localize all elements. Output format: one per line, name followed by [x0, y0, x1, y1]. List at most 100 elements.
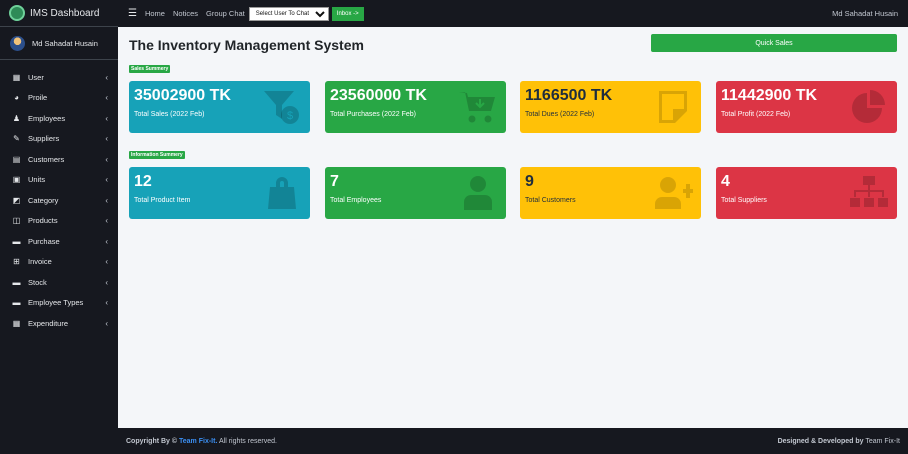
sidebar-item-label: Stock	[28, 277, 47, 287]
sidebar-item-label: Suppliers	[28, 134, 60, 144]
sidebar-item-label: Customers	[28, 154, 65, 164]
sidebar-nav: ▦ User ‹ ◕ Proile ‹ ♟ Employees ‹ ✎ Supp…	[0, 67, 118, 334]
columns-icon: ◫	[12, 216, 21, 226]
topbar-user-name[interactable]: Md Sahadat Husain	[832, 9, 898, 18]
sidebar-item-stock[interactable]: ▬ Stock ‹	[0, 272, 118, 293]
table-icon: ▤	[12, 154, 21, 164]
edit-icon: ✎	[13, 134, 20, 144]
sidebar-item-label: Expenditure	[28, 318, 69, 328]
sidebar-item-category[interactable]: ◩ Category ‹	[0, 190, 118, 211]
designed-label: Designed & Developed by	[777, 437, 864, 445]
chevron-left-icon: ‹	[105, 154, 108, 164]
nav-link-home[interactable]: Home	[145, 9, 165, 18]
book-icon: ▬	[12, 298, 21, 308]
sidebar-item-label: Employee Types	[28, 298, 84, 308]
total-sales-card[interactable]: 35002900 TK Total Sales (2022 Feb) $	[129, 81, 310, 133]
team-link[interactable]: Team Fix-It.	[179, 438, 217, 445]
sticky-note-icon	[659, 91, 687, 123]
sidebar-item-label: Invoice	[28, 257, 52, 267]
chevron-left-icon: ‹	[105, 72, 108, 82]
user-plus-icon	[655, 177, 693, 209]
sales-summary-badge: Sales Summery	[129, 65, 171, 73]
main-content: The Inventory Management System Quick Sa…	[118, 27, 908, 428]
shopping-bag-icon	[268, 177, 296, 209]
card-label: Total Employees	[330, 197, 382, 204]
card-label: Total Purchases (2022 Feb)	[330, 111, 416, 118]
total-product-item-card[interactable]: 12 Total Product Item	[129, 167, 310, 219]
sidebar-item-suppliers[interactable]: ✎ Suppliers ‹	[0, 129, 118, 150]
sidebar-item-employees[interactable]: ♟ Employees ‹	[0, 108, 118, 129]
chevron-left-icon: ‹	[105, 236, 108, 246]
sidebar: IMS Dashboard Md Sahadat Husain ▦ User ‹…	[0, 0, 118, 454]
card-value: 7	[330, 173, 339, 190]
copyright-prefix: Copyright By ©	[126, 437, 178, 445]
total-suppliers-card[interactable]: 4 Total Suppliers	[716, 167, 897, 219]
total-purchases-card[interactable]: 23560000 TK Total Purchases (2022 Feb)	[325, 81, 506, 133]
card-label: Total Dues (2022 Feb)	[525, 111, 595, 118]
rights-text: All rights reserved.	[218, 437, 277, 445]
sitemap-icon	[850, 176, 888, 207]
total-employees-card[interactable]: 7 Total Employees	[325, 167, 506, 219]
sidebar-item-customers[interactable]: ▤ Customers ‹	[0, 149, 118, 170]
card-label: Total Customers	[525, 197, 576, 204]
sidebar-item-label: User	[28, 72, 44, 82]
sidebar-item-purchase[interactable]: ▬ Purchase ‹	[0, 231, 118, 252]
chevron-left-icon: ‹	[105, 134, 108, 144]
box-icon: ◩	[12, 195, 21, 205]
total-dues-card[interactable]: 1166500 TK Total Dues (2022 Feb)	[520, 81, 701, 133]
chevron-left-icon: ‹	[105, 216, 108, 226]
card-value: 23560000 TK	[330, 87, 427, 104]
sidebar-item-label: Category	[28, 195, 59, 205]
card-value: 9	[525, 173, 534, 190]
chevron-left-icon: ‹	[105, 257, 108, 267]
sidebar-item-employee-types[interactable]: ▬ Employee Types ‹	[0, 293, 118, 314]
designed-team: Team Fix-It	[865, 437, 900, 445]
chat-user-select[interactable]: Select User To Chat	[248, 6, 329, 21]
inbox-button[interactable]: Inbox ->	[331, 6, 364, 21]
bell-icon: ♟	[12, 113, 21, 123]
quick-sales-button[interactable]: Quick Sales	[651, 34, 897, 52]
brand-logo-icon	[9, 5, 25, 21]
sidebar-item-expenditure[interactable]: ▦ Expenditure ‹	[0, 313, 118, 334]
brand[interactable]: IMS Dashboard	[0, 0, 118, 27]
chevron-left-icon: ‹	[105, 113, 108, 123]
card-value: 11442900 TK	[721, 87, 818, 104]
chevron-left-icon: ‹	[105, 93, 108, 103]
designed-by: Designed & Developed by Team Fix-It	[778, 438, 900, 445]
calendar-icon: ▣	[12, 175, 21, 185]
card-label: Total Suppliers	[721, 197, 767, 204]
chevron-left-icon: ‹	[105, 318, 108, 328]
sidebar-item-label: Purchase	[28, 236, 60, 246]
sidebar-item-label: Products	[28, 216, 58, 226]
chevron-left-icon: ‹	[105, 277, 108, 287]
total-profit-card[interactable]: 11442900 TK Total Profit (2022 Feb)	[716, 81, 897, 133]
sidebar-item-profile[interactable]: ◕ Proile ‹	[0, 88, 118, 109]
avatar	[10, 35, 25, 51]
funnel-dollar-icon: $	[264, 91, 299, 124]
chevron-left-icon: ‹	[105, 175, 108, 185]
book-icon: ▬	[12, 236, 21, 246]
grid-icon: ▦	[12, 72, 21, 82]
sidebar-item-label: Employees	[28, 113, 66, 123]
menu-toggle-icon[interactable]: ☰	[128, 8, 137, 19]
sidebar-item-products[interactable]: ◫ Products ‹	[0, 211, 118, 232]
chevron-left-icon: ‹	[105, 195, 108, 205]
card-value: 1166500 TK	[525, 87, 613, 104]
sidebar-item-user[interactable]: ▦ User ‹	[0, 67, 118, 88]
card-label: Total Profit (2022 Feb)	[721, 111, 791, 118]
topbar: ☰ Home Notices Group Chat Select User To…	[118, 0, 908, 27]
user-tie-icon	[464, 176, 492, 210]
nav-link-group-chat[interactable]: Group Chat	[206, 9, 245, 18]
total-customers-card[interactable]: 9 Total Customers	[520, 167, 701, 219]
plus-box-icon: ⊞	[13, 257, 20, 267]
user-panel[interactable]: Md Sahadat Husain	[0, 27, 118, 60]
card-value: 35002900 TK	[134, 87, 231, 104]
sidebar-item-label: Proile	[28, 93, 48, 103]
chevron-left-icon: ‹	[105, 298, 108, 308]
page-title: The Inventory Management System	[129, 37, 364, 53]
footer: Copyright By © Team Fix-It. All rights r…	[118, 428, 908, 454]
nav-link-notices[interactable]: Notices	[173, 9, 198, 18]
card-value: 12	[134, 173, 152, 190]
sidebar-item-invoice[interactable]: ⊞ Invoice ‹	[0, 252, 118, 273]
sidebar-item-units[interactable]: ▣ Units ‹	[0, 170, 118, 191]
